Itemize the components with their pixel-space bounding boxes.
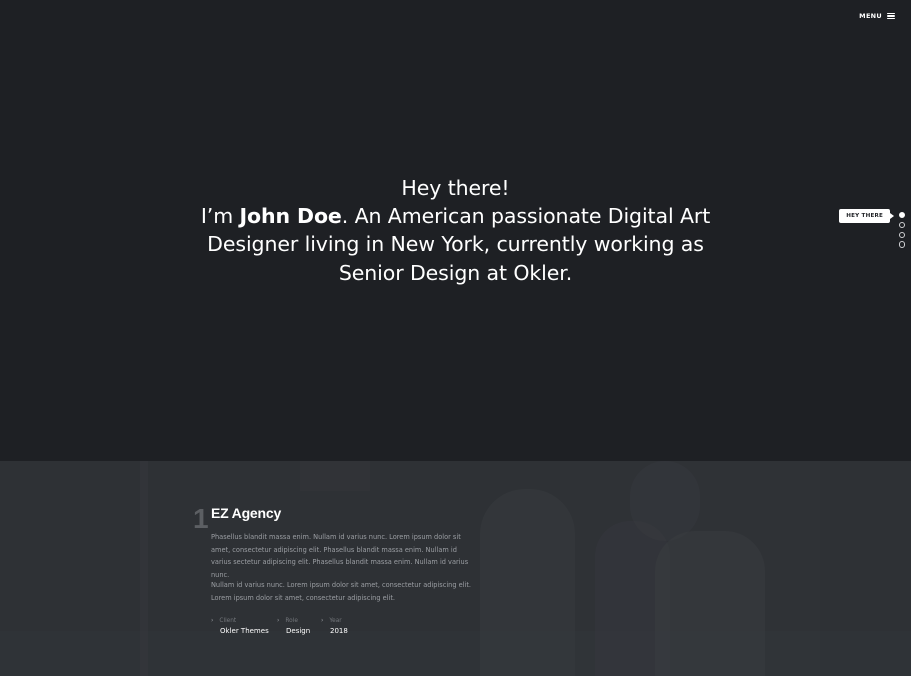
work-number: 1 bbox=[193, 503, 209, 534]
section-dot-4[interactable] bbox=[898, 241, 905, 248]
menu-button[interactable]: MENU bbox=[859, 12, 895, 20]
hero-greeting: Hey there! bbox=[401, 176, 510, 200]
chevron-right-icon: › bbox=[321, 617, 324, 624]
section-dot-1[interactable] bbox=[898, 212, 905, 219]
hero-section: MENU Hey there! I’m John Doe. An America… bbox=[0, 0, 911, 461]
chevron-right-icon: › bbox=[277, 617, 280, 624]
meta-year-label: Year bbox=[329, 617, 342, 624]
meta-client-label: Client bbox=[219, 617, 237, 624]
hero-intro-prefix: I’m bbox=[200, 204, 240, 229]
meta-year-value: 2018 bbox=[330, 627, 348, 635]
hero-description: I’m John Doe. An American passionate Dig… bbox=[180, 202, 731, 287]
section-dot-nav bbox=[898, 212, 905, 248]
hamburger-icon bbox=[887, 12, 895, 20]
work-paragraph-2: Nullam id varius nunc. Lorem ipsum dolor… bbox=[211, 581, 472, 602]
work-item: 1 EZ Agency Phasellus blandit massa enim… bbox=[0, 461, 911, 676]
chevron-right-icon: › bbox=[211, 617, 214, 624]
work-title: EZ Agency bbox=[211, 505, 282, 521]
menu-label: MENU bbox=[859, 12, 882, 20]
hero-intro: Hey there! I’m John Doe. An American pas… bbox=[180, 174, 731, 287]
hero-name: John Doe bbox=[239, 204, 342, 229]
work-section: 1 EZ Agency Phasellus blandit massa enim… bbox=[0, 461, 911, 676]
section-dot-3[interactable] bbox=[898, 231, 905, 238]
meta-role-label: Role bbox=[285, 617, 298, 624]
section-tooltip: HEY THERE bbox=[839, 209, 894, 223]
work-paragraph-1: Phasellus blandit massa enim. Nullam id … bbox=[211, 533, 469, 580]
section-dot-2[interactable] bbox=[898, 221, 905, 229]
meta-year: › Year 2018 bbox=[321, 617, 401, 635]
